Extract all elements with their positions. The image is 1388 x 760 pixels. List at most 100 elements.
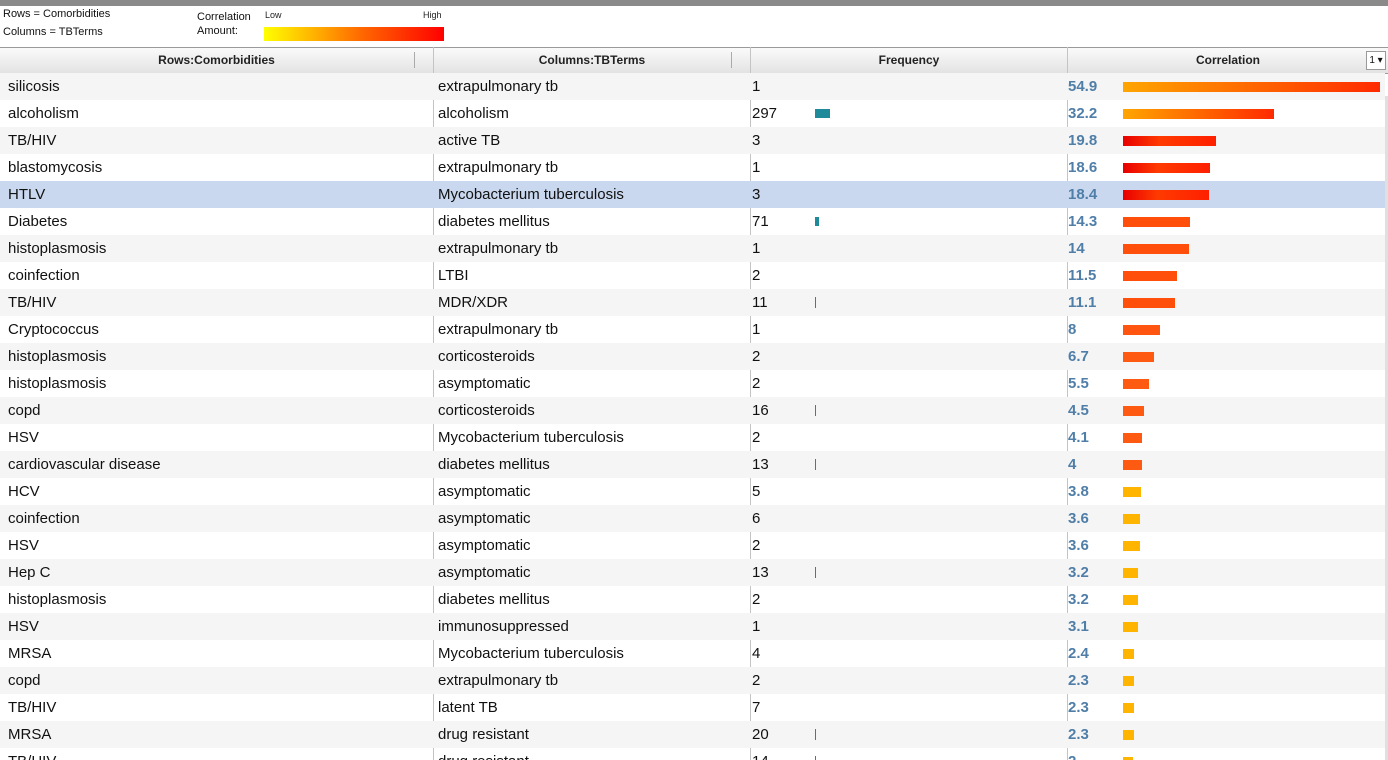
correlation-cell: 2.3 [1068, 726, 1089, 743]
correlation-cell: 14.3 [1068, 213, 1098, 230]
comorbidity-cell: MRSA [8, 726, 52, 743]
frequency-cell: 2 [752, 375, 761, 392]
table-row[interactable]: TB/HIV active TB 3 19.8 [0, 127, 1385, 154]
tbterm-cell: extrapulmonary tb [438, 321, 559, 338]
table-row[interactable]: copd extrapulmonary tb 2 2.3 [0, 667, 1385, 694]
frequency-cell: 6 [752, 510, 761, 527]
frequency-cell: 2 [752, 672, 761, 689]
table-row[interactable]: silicosis extrapulmonary tb 1 54.9 [0, 73, 1385, 100]
comorbidity-cell: MRSA [8, 645, 52, 662]
comorbidity-cell: histoplasmosis [8, 591, 107, 608]
table-row[interactable]: Hep C asymptomatic 13 3.2 [0, 559, 1385, 586]
sort-order-dropdown[interactable]: 1 ▾ [1366, 51, 1386, 70]
correlation-bar [1123, 379, 1149, 389]
frequency-cell: 71 [752, 213, 769, 230]
correlation-bar [1123, 622, 1138, 632]
table-row[interactable]: HTLV Mycobacterium tuberculosis 3 18.4 [0, 181, 1385, 208]
legend-low-label: Low [265, 10, 282, 20]
column-resize-handle[interactable] [731, 52, 732, 68]
frequency-cell: 4 [752, 645, 761, 662]
table-row[interactable]: Diabetes diabetes mellitus 71 14.3 [0, 208, 1385, 235]
table-row[interactable]: TB/HIV drug resistant 14 2 [0, 748, 1385, 760]
frequency-cell: 1 [752, 240, 761, 257]
table-row[interactable]: alcoholism alcoholism 297 32.2 [0, 100, 1385, 127]
table-row[interactable]: histoplasmosis extrapulmonary tb 1 14 [0, 235, 1385, 262]
table-body: silicosis extrapulmonary tb 1 54.9 alcoholis… [0, 73, 1388, 760]
table-row[interactable]: MRSA Mycobacterium tuberculosis 4 2.4 [0, 640, 1385, 667]
correlation-bar [1123, 244, 1189, 254]
table-row[interactable]: coinfection asymptomatic 6 3.6 [0, 505, 1385, 532]
legend-high-label: High [423, 10, 442, 20]
correlation-bar [1123, 217, 1190, 227]
frequency-cell: 13 [752, 564, 769, 581]
frequency-cell: 3 [752, 186, 761, 203]
comorbidity-cell: copd [8, 672, 41, 689]
table-row[interactable]: HCV asymptomatic 5 3.8 [0, 478, 1385, 505]
tbterm-cell: MDR/XDR [438, 294, 508, 311]
correlation-bar [1123, 163, 1210, 173]
correlation-cell: 4.1 [1068, 429, 1089, 446]
comorbidity-cell: copd [8, 402, 41, 419]
table-row[interactable]: blastomycosis extrapulmonary tb 1 18.6 [0, 154, 1385, 181]
correlation-bar [1123, 730, 1134, 740]
tbterm-cell: Mycobacterium tuberculosis [438, 186, 624, 203]
table-row[interactable]: TB/HIV MDR/XDR 11 11.1 [0, 289, 1385, 316]
column-resize-handle[interactable] [414, 52, 415, 68]
comorbidity-cell: TB/HIV [8, 748, 56, 760]
table-row[interactable]: HSV asymptomatic 2 3.6 [0, 532, 1385, 559]
tbterm-cell: Mycobacterium tuberculosis [438, 429, 624, 446]
correlation-bar [1123, 514, 1140, 524]
tbterm-cell: diabetes mellitus [438, 456, 550, 473]
correlation-cell: 3.1 [1068, 618, 1089, 635]
correlation-bar [1123, 541, 1140, 551]
table-row[interactable]: Cryptococcus extrapulmonary tb 1 8 [0, 316, 1385, 343]
table-row[interactable]: cardiovascular disease diabetes mellitus 1… [0, 451, 1385, 478]
frequency-cell: 2 [752, 591, 761, 608]
comorbidity-cell: Diabetes [8, 213, 68, 230]
amount-legend-label: Amount: [197, 25, 238, 37]
table-row[interactable]: histoplasmosis asymptomatic 2 5.5 [0, 370, 1385, 397]
correlation-bar [1123, 271, 1177, 281]
frequency-cell: 5 [752, 483, 761, 500]
comorbidity-cell: silicosis [8, 78, 60, 95]
rows-definition: Rows = Comorbidities [3, 8, 111, 20]
tbterm-cell: drug resistant [438, 726, 529, 743]
tbterm-cell: asymptomatic [438, 564, 531, 581]
frequency-cell: 13 [752, 456, 769, 473]
correlation-cell: 2 [1068, 748, 1076, 760]
header-frequency[interactable]: Frequency [750, 48, 1067, 73]
table-row[interactable]: histoplasmosis diabetes mellitus 2 3.2 [0, 586, 1385, 613]
frequency-cell: 1 [752, 618, 761, 635]
header-rows-comorbidities[interactable]: Rows:Comorbidities [0, 48, 433, 73]
correlation-cell: 5.5 [1068, 375, 1089, 392]
comorbidity-cell: Hep C [8, 564, 51, 581]
correlation-color-scale [264, 27, 444, 41]
table-row[interactable]: TB/HIV latent TB 7 2.3 [0, 694, 1385, 721]
correlation-cell: 32.2 [1068, 105, 1098, 122]
correlation-bar [1123, 190, 1209, 200]
correlation-cell: 3.6 [1068, 537, 1089, 554]
header-frequency-label: Frequency [878, 53, 940, 67]
correlation-bar [1123, 433, 1142, 443]
header-correlation[interactable]: Correlation 1 ▾ [1067, 48, 1388, 73]
correlation-cell: 3.2 [1068, 564, 1089, 581]
comorbidity-cell: cardiovascular disease [8, 456, 161, 473]
correlation-cell: 2.3 [1068, 699, 1089, 716]
correlation-cell: 2.3 [1068, 672, 1089, 689]
correlation-bar [1123, 82, 1380, 92]
tbterm-cell: LTBI [438, 267, 469, 284]
table-row[interactable]: copd corticosteroids 16 4.5 [0, 397, 1385, 424]
correlation-bar [1123, 595, 1138, 605]
table-row[interactable]: histoplasmosis corticosteroids 2 6.7 [0, 343, 1385, 370]
table-row[interactable]: MRSA drug resistant 20 2.3 [0, 721, 1385, 748]
header-columns-label: Columns:TBTerms [538, 53, 646, 67]
tbterm-cell: Mycobacterium tuberculosis [438, 645, 624, 662]
frequency-cell: 1 [752, 159, 761, 176]
header-columns-tbterms[interactable]: Columns:TBTerms [433, 48, 750, 73]
correlation-bar [1123, 325, 1160, 335]
table-row[interactable]: HSV Mycobacterium tuberculosis 2 4.1 [0, 424, 1385, 451]
table-row[interactable]: HSV immunosuppressed 1 3.1 [0, 613, 1385, 640]
table-row[interactable]: coinfection LTBI 2 11.5 [0, 262, 1385, 289]
tbterm-cell: extrapulmonary tb [438, 672, 559, 689]
legend-panel: Rows = Comorbidities Columns = TBTerms C… [0, 6, 1388, 42]
